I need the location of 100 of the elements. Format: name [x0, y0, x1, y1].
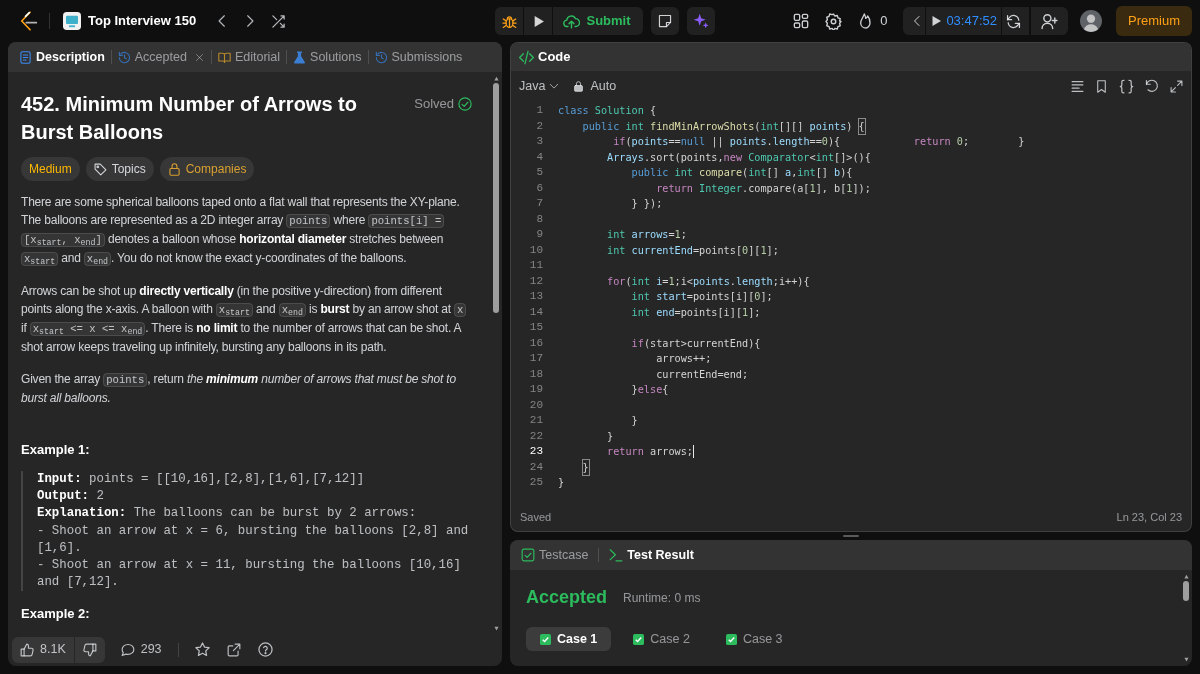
- code-line: }: [558, 476, 565, 490]
- code-line: public int compare(int[] a,int[] b){: [630, 166, 853, 180]
- code-line: }: [558, 459, 589, 475]
- scrollbar-thumb[interactable]: [1183, 581, 1189, 601]
- cloud-upload-icon: [563, 12, 581, 30]
- code-line: int arrows=1;: [606, 228, 687, 242]
- bookmark-icon[interactable]: [1095, 79, 1108, 93]
- layout-icon[interactable]: [793, 13, 810, 29]
- tab[interactable]: Test Result: [606, 543, 697, 567]
- history-icon: [374, 50, 388, 64]
- tab[interactable]: Editorial: [214, 45, 284, 69]
- submit-button[interactable]: Submit: [553, 7, 643, 35]
- timer-button[interactable]: 03:47:52: [926, 7, 1001, 35]
- tab[interactable]: Solutions: [290, 45, 365, 69]
- chevron-down-icon: [549, 81, 560, 91]
- example-heading: Example 2:: [21, 605, 91, 624]
- code-line: Arrays.sort(points,new Comparator<int[]>(){: [606, 150, 871, 165]
- logo-icon[interactable]: [18, 11, 38, 31]
- panel-title: Code: [538, 48, 571, 67]
- note-icon: [657, 14, 672, 28]
- line-number: 5: [535, 165, 543, 180]
- scroll-down-icon[interactable]: [492, 626, 500, 631]
- invite-button[interactable]: [1031, 7, 1068, 35]
- scroll-down-icon[interactable]: [1182, 657, 1190, 662]
- example-heading: Example 1:: [21, 441, 91, 459]
- line-number: 15: [528, 320, 543, 335]
- tab[interactable]: Description: [16, 45, 108, 69]
- list-thumbnail-icon: [63, 12, 81, 30]
- case-tab[interactable]: Case 2: [619, 627, 704, 651]
- premium-button[interactable]: Premium: [1116, 6, 1192, 36]
- document-icon: [19, 50, 32, 64]
- refresh-icon: [1006, 13, 1021, 29]
- star-icon[interactable]: [194, 642, 210, 657]
- line-number: 3: [535, 134, 543, 149]
- resize-handle[interactable]: [843, 535, 859, 537]
- format-icon[interactable]: [1071, 79, 1084, 93]
- line-number: 17: [528, 351, 543, 366]
- share-icon[interactable]: [226, 642, 241, 657]
- debug-button[interactable]: [495, 7, 524, 35]
- scrollbar-thumb[interactable]: [493, 83, 499, 313]
- help-icon[interactable]: [257, 642, 273, 657]
- case-tab[interactable]: Case 1: [526, 627, 612, 651]
- bug-icon: [501, 13, 517, 29]
- difficulty-tag: Medium: [21, 157, 80, 181]
- tab[interactable]: Testcase: [518, 543, 592, 567]
- code-line: return Integer.compare(a[1], b[1]);: [655, 181, 871, 196]
- shuffle-icon[interactable]: [271, 13, 287, 29]
- close-icon[interactable]: [194, 52, 204, 62]
- timer-reset-button[interactable]: [1002, 7, 1029, 35]
- expand-icon[interactable]: [1170, 79, 1183, 93]
- description-paragraph: There are some spherical balloons taped onto a flat wall that represents the XY-plane. The balloons are represented as a 2D integer array points where points[i] = [x$_{start}$, x$_{end}$] denotes a balloon whose horizontal diameter stretches between x$_{start}$ and x$_{end}$ . You do not know the exact y-coordinates of the balloons.: [21, 194, 461, 268]
- run-button[interactable]: [524, 7, 553, 35]
- code-line: if(points==null || points.length==0){ return 0; }: [612, 135, 1025, 150]
- code-line: class Solution {: [558, 104, 657, 118]
- settings-icon[interactable]: [825, 12, 843, 30]
- line-number: 24: [528, 459, 543, 475]
- check-square-icon: [521, 548, 535, 562]
- description-paragraph: Arrows can be shot up directly vertically (in the positive y-direction) from different points along the x-axis. A balloon with x$_{start}$ and x$_{end}$ is burst by an arrow shot at x if x$_{start}$ <= x <= x$_{end}$ . There is no limit to the number of arrows that can be shot. A shot arrow keeps traveling up infinitely, bursting any balloons in its path.: [21, 282, 472, 356]
- companies-button[interactable]: Companies: [159, 157, 255, 181]
- dislike-button[interactable]: [74, 636, 105, 663]
- ai-assist-button[interactable]: [686, 7, 715, 35]
- problem-list-link[interactable]: Top Interview 150: [63, 11, 197, 31]
- braces-icon[interactable]: [1119, 78, 1134, 94]
- comment-icon: [120, 642, 135, 657]
- example-block: Input: points = [[10,16],[2,8],[1,6],[7,12]] Output: 2 Explanation: The balloons can be burst by 2 arrows: - Shoot an arrow at x = 6, bursting the balloons [2,8] and [1,6]. - Shoot an arrow at x = 11, bursting the balloons [10,16] and [7,12].: [21, 471, 472, 592]
- line-number: 18: [528, 366, 543, 382]
- code-line: return arrows;: [606, 445, 693, 459]
- line-number: 9: [535, 227, 543, 242]
- code-icon: [519, 49, 534, 65]
- scroll-up-icon[interactable]: [492, 76, 500, 81]
- line-number: 22: [528, 428, 543, 444]
- code-line: }: [630, 414, 638, 428]
- line-number: 1: [535, 103, 543, 118]
- line-number: 25: [528, 475, 543, 490]
- history-icon: [117, 50, 131, 64]
- notes-button[interactable]: [650, 7, 679, 35]
- topics-button[interactable]: Topics: [85, 157, 154, 181]
- line-number: 10: [528, 242, 543, 258]
- language-dropdown[interactable]: Java: [519, 76, 560, 96]
- auto-mode-button[interactable]: Auto: [573, 76, 617, 96]
- tab[interactable]: Submissions: [371, 45, 466, 69]
- code-line: int start=points[i][0];: [630, 290, 773, 304]
- tag-icon: [93, 162, 107, 176]
- comments-button[interactable]: 293: [120, 640, 162, 659]
- solved-label: Solved: [414, 95, 454, 113]
- timer-back-button[interactable]: [903, 7, 926, 35]
- like-button[interactable]: 8.1K: [12, 636, 74, 663]
- avatar[interactable]: [1080, 10, 1102, 32]
- undo-icon[interactable]: [1145, 79, 1159, 93]
- line-number: 21: [528, 413, 543, 428]
- runtime-label: Runtime: 0 ms: [623, 589, 701, 607]
- code-line: }: [606, 429, 614, 444]
- scroll-up-icon[interactable]: [1182, 574, 1190, 579]
- tab[interactable]: Accepted: [114, 45, 190, 69]
- code-line: if(start>currentEnd){: [630, 336, 761, 351]
- code-line: int currentEnd=points[0][1];: [606, 243, 779, 258]
- streak-counter[interactable]: 0: [858, 11, 888, 31]
- problem-title: 452. Minimum Number of Arrows to Burst Balloons: [21, 92, 358, 145]
- case-tab[interactable]: Case 3: [711, 627, 797, 651]
- check-circle-icon: [458, 96, 472, 111]
